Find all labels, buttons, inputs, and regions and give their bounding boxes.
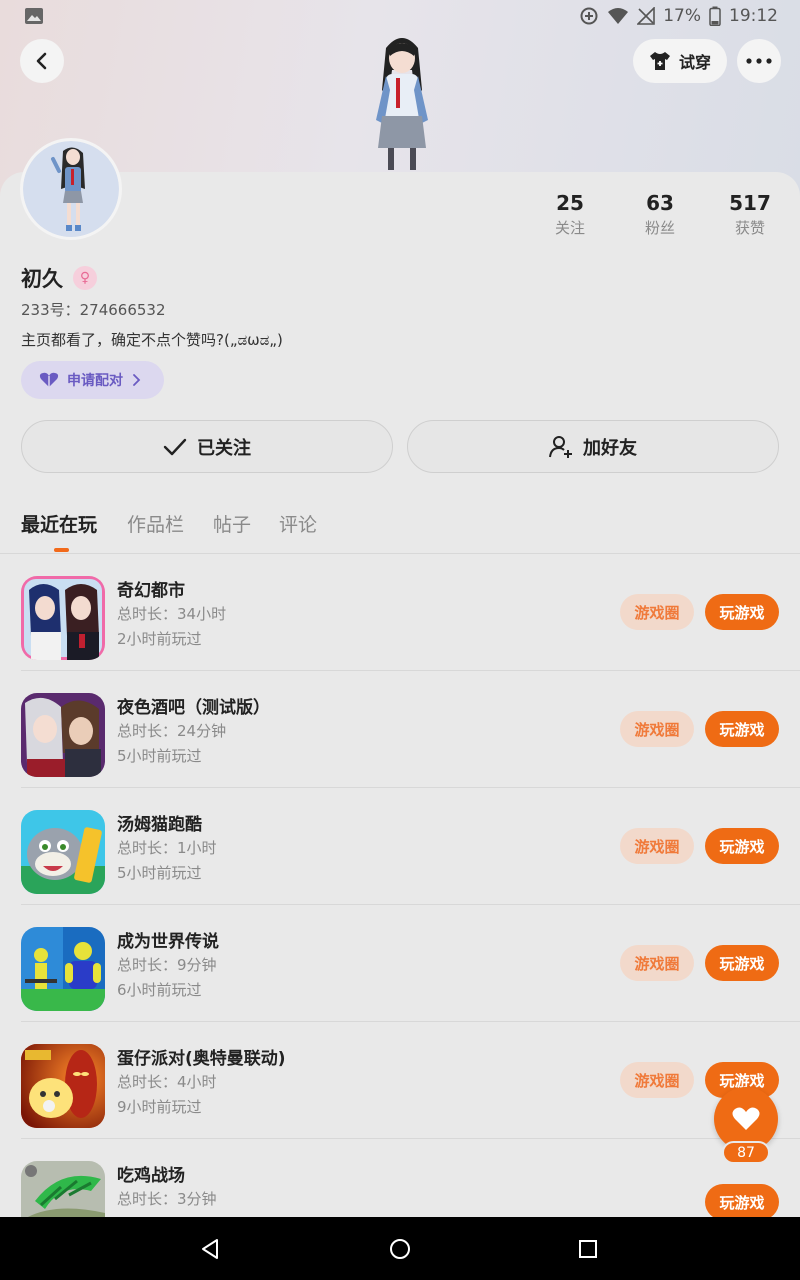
battery-percent: 17% [663,6,701,26]
play-game-button[interactable]: 玩游戏 [705,711,779,747]
game-icon [21,927,105,1011]
wifi-icon [608,8,629,24]
game-circle-button[interactable]: 游戏圈 [620,945,694,981]
add-friend-label: 加好友 [583,437,637,459]
stat-following[interactable]: 25 关注 [525,190,615,240]
chevron-left-icon [36,52,47,70]
apply-match-button[interactable]: 申请配对 [21,361,164,399]
play-game-button[interactable]: 玩游戏 [705,945,779,981]
try-on-label: 试穿 [678,53,711,72]
game-last-played: 6小时前玩过 [117,981,202,999]
name-row: 初久 ♀ [21,263,97,293]
game-icon [21,1044,105,1128]
stat-label: 关注 [554,219,585,237]
try-on-button[interactable]: 试穿 [633,39,727,83]
heart-pair-icon [39,372,59,387]
data-saver-icon [580,7,598,25]
nav-recents-icon[interactable] [576,1237,600,1261]
list-item[interactable]: 吃鸡战场 总时长：3分钟 玩游戏 [0,1139,800,1217]
game-duration: 总时长：34小时 [117,605,227,623]
game-duration: 总时长：9分钟 [117,956,217,974]
game-last-played: 5小时前玩过 [117,747,202,765]
nav-home-icon[interactable] [388,1237,412,1261]
game-icon [21,693,105,777]
add-user-icon [549,435,572,458]
tab-works[interactable]: 作品栏 [127,510,184,537]
status-bar: 17% 19:12 [0,0,800,34]
user-bio: 主页都看了，确定不点个赞吗?(„ಡωಡ„) [21,331,283,349]
game-duration: 总时长：4小时 [117,1073,217,1091]
heart-icon [732,1107,760,1130]
tab-comments[interactable]: 评论 [279,510,317,537]
game-duration: 总时长：1小时 [117,839,217,857]
avatar-figure-full [376,38,428,170]
like-count-badge: 87 [722,1141,770,1164]
game-circle-button[interactable]: 游戏圈 [620,1062,694,1098]
user-name: 初久 [21,267,63,291]
followed-button[interactable]: 已关注 [21,420,393,473]
game-icon [21,1161,105,1217]
list-item[interactable]: 成为世界传说 总时长：9分钟 6小时前玩过 游戏圈 玩游戏 [0,905,800,1022]
no-signal-icon [637,7,656,25]
gallery-notification-icon [25,8,43,24]
more-dots-icon [746,58,772,64]
play-game-button[interactable]: 玩游戏 [705,594,779,630]
female-gender-icon: ♀ [73,266,97,290]
stat-value: 25 [556,191,584,215]
game-last-played: 9小时前玩过 [117,1098,202,1116]
game-circle-button[interactable]: 游戏圈 [620,594,694,630]
stat-followers[interactable]: 63 粉丝 [615,190,705,240]
game-circle-button[interactable]: 游戏圈 [620,711,694,747]
back-button[interactable] [20,39,64,83]
game-last-played: 2小时前玩过 [117,630,202,648]
clock: 19:12 [729,6,778,26]
list-item[interactable]: 蛋仔派对(奥特曼联动) 总时长：4小时 9小时前玩过 游戏圈 玩游戏 [0,1022,800,1139]
stat-value: 63 [646,191,674,215]
game-circle-button[interactable]: 游戏圈 [620,828,694,864]
add-friend-button[interactable]: 加好友 [407,420,779,473]
tshirt-icon [649,52,670,70]
checkmark-icon [163,438,187,455]
game-icon [21,576,105,660]
game-duration: 总时长：24分钟 [117,722,227,740]
more-button[interactable] [737,39,781,83]
followed-label: 已关注 [197,437,251,459]
play-game-button[interactable]: 玩游戏 [705,1184,779,1217]
apply-match-label: 申请配对 [67,373,123,389]
avatar[interactable] [20,138,122,240]
list-item[interactable]: 夜色酒吧（测试版） 总时长：24分钟 5小时前玩过 游戏圈 玩游戏 [0,671,800,788]
stat-label: 获赞 [734,219,765,237]
game-name: 汤姆猫跑酷 [117,815,202,835]
stat-likes[interactable]: 517 获赞 [705,190,795,240]
tab-indicator [54,548,69,552]
game-name: 吃鸡战场 [117,1166,185,1186]
chevron-right-icon [133,374,141,386]
stat-label: 粉丝 [644,219,675,237]
game-icon [21,810,105,894]
game-duration: 总时长：3分钟 [117,1190,217,1208]
game-name: 蛋仔派对(奥特曼联动) [117,1049,286,1069]
tab-posts[interactable]: 帖子 [213,510,251,537]
game-name: 成为世界传说 [117,932,219,952]
user-id: 233号：274666532 [21,301,166,319]
system-nav-bar [0,1217,800,1280]
tab-recently-played[interactable]: 最近在玩 [21,510,97,537]
list-item[interactable]: 奇幻都市 总时长：34小时 2小时前玩过 游戏圈 玩游戏 [0,554,800,671]
list-item[interactable]: 汤姆猫跑酷 总时长：1小时 5小时前玩过 游戏圈 玩游戏 [0,788,800,905]
play-game-button[interactable]: 玩游戏 [705,828,779,864]
avatar-figure-icon [23,141,119,237]
battery-icon [709,6,721,26]
nav-back-icon[interactable] [198,1237,222,1261]
game-last-played: 5小时前玩过 [117,864,202,882]
game-name: 夜色酒吧（测试版） [117,698,270,718]
game-name: 奇幻都市 [117,581,185,601]
stat-value: 517 [729,191,771,215]
